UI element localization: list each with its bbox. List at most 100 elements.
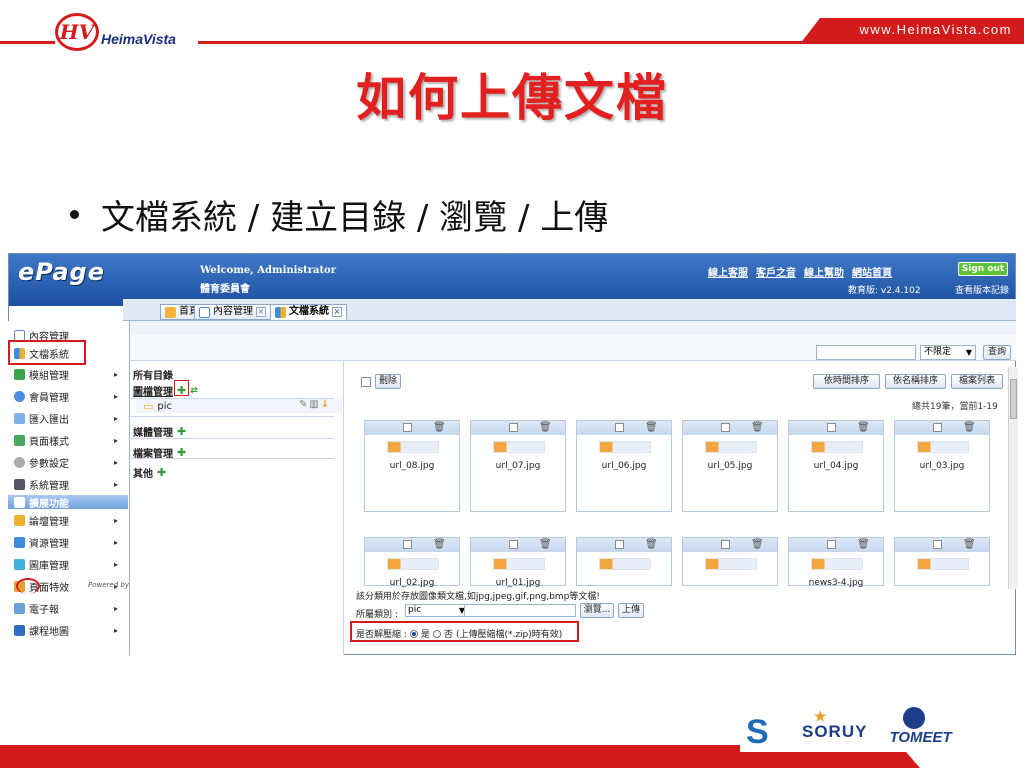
sidebar-item-newsletter[interactable]: 電子報 ▸ xyxy=(8,598,128,618)
browse-button[interactable]: 瀏覽... xyxy=(580,603,614,618)
version-text: 教育版: v2.4.102 xyxy=(848,286,921,296)
file-checkbox[interactable] xyxy=(403,423,412,432)
chevron-right-icon: ▸ xyxy=(113,369,118,379)
file-thumbnail[interactable] xyxy=(599,558,651,570)
file-thumbnail[interactable] xyxy=(811,441,863,453)
add-folder-icon[interactable]: ✚ xyxy=(177,425,186,438)
sidebar-item-modules[interactable]: 模組管理 ▸ xyxy=(8,364,128,384)
version-log-link[interactable]: 查看版本記錄 xyxy=(955,283,1009,296)
file-card[interactable]: 🗑 url_07.jpg xyxy=(470,420,566,512)
file-card[interactable]: 🗑 url_04.jpg xyxy=(788,420,884,512)
link-customer-voice[interactable]: 客戶之音 xyxy=(756,264,796,279)
file-card[interactable]: 🗑 news3-4.jpg xyxy=(788,537,884,588)
chevron-right-icon: ▸ xyxy=(113,559,118,569)
filter-select[interactable]: 不限定 ▼ xyxy=(920,345,976,360)
file-thumbnail[interactable] xyxy=(599,441,651,453)
file-thumbnail[interactable] xyxy=(811,558,863,570)
file-thumbnail[interactable] xyxy=(917,558,969,570)
sidebar-item-style[interactable]: 頁面樣式 ▸ xyxy=(8,430,128,450)
sidebar-item-resources[interactable]: 資源管理 ▸ xyxy=(8,532,128,552)
file-card[interactable]: 🗑 url_05.jpg xyxy=(682,420,778,512)
trash-icon[interactable]: 🗑 xyxy=(433,422,446,433)
search-input[interactable] xyxy=(816,345,916,360)
sidebar-item-import-export[interactable]: 匯入匯出 ▸ xyxy=(8,408,128,428)
file-card[interactable]: 🗑 url_03.jpg xyxy=(894,420,990,512)
file-thumbnail[interactable] xyxy=(493,441,545,453)
link-online-help[interactable]: 線上幫助 xyxy=(804,264,844,279)
trash-icon[interactable]: 🗑 xyxy=(751,422,764,433)
file-checkbox[interactable] xyxy=(933,423,942,432)
add-folder-icon[interactable]: ✚ xyxy=(157,466,166,479)
tree-group-media[interactable]: 媒體管理 ✚ xyxy=(133,424,186,439)
file-path-input[interactable] xyxy=(464,604,576,617)
file-thumbnail[interactable] xyxy=(387,441,439,453)
file-checkbox[interactable] xyxy=(403,540,412,549)
file-thumbnail[interactable] xyxy=(493,558,545,570)
trash-icon[interactable]: 🗑 xyxy=(645,422,658,433)
select-all-checkbox[interactable] xyxy=(361,377,371,387)
file-checkbox[interactable] xyxy=(509,423,518,432)
file-thumbnail[interactable] xyxy=(387,558,439,570)
tab-content[interactable]: 內容管理 × xyxy=(194,304,271,320)
trash-icon[interactable]: 🗑 xyxy=(857,539,870,550)
file-grid-scrollbar[interactable] xyxy=(1008,367,1018,589)
tab-doc-system[interactable]: 文檔系統 × xyxy=(270,304,347,320)
close-icon[interactable]: × xyxy=(256,307,266,317)
file-checkbox[interactable] xyxy=(615,540,624,549)
file-thumbnail[interactable] xyxy=(705,441,757,453)
trash-icon[interactable]: 🗑 xyxy=(963,539,976,550)
edit-icon[interactable]: ✎ xyxy=(299,399,307,410)
file-checkbox[interactable] xyxy=(509,540,518,549)
file-checkbox[interactable] xyxy=(827,423,836,432)
file-checkbox[interactable] xyxy=(827,540,836,549)
upload-button[interactable]: 上傳 xyxy=(618,603,644,618)
search-button[interactable]: 查詢 xyxy=(983,345,1011,360)
close-icon[interactable]: × xyxy=(332,307,342,317)
file-list-button[interactable]: 檔案列表 xyxy=(951,374,1003,389)
trash-icon[interactable]: 🗑 xyxy=(539,539,552,550)
category-select[interactable]: pic ▼ xyxy=(405,604,469,617)
sidebar-item-course-map[interactable]: 課程地圖 ▸ xyxy=(8,620,128,640)
link-site-home[interactable]: 網站首頁 xyxy=(852,264,892,279)
trash-icon[interactable]: ▥ xyxy=(309,399,318,410)
link-online-service[interactable]: 線上客服 xyxy=(708,264,748,279)
sidebar-item-extend[interactable]: 擴展功能 xyxy=(8,495,128,510)
file-card[interactable]: 🗑 xyxy=(682,537,778,586)
file-thumbnail[interactable] xyxy=(705,558,757,570)
file-card[interactable]: 🗑 url_02.jpg xyxy=(364,537,460,588)
file-checkbox[interactable] xyxy=(721,423,730,432)
course-map-icon xyxy=(14,624,25,636)
tree-root[interactable]: 所有目錄 xyxy=(133,367,173,382)
file-card[interactable]: 🗑 url_01.jpg xyxy=(470,537,566,588)
sidebar-item-settings[interactable]: 參數設定 ▸ xyxy=(8,452,128,472)
file-name: url_06.jpg xyxy=(601,461,647,471)
file-card[interactable]: 🗑 url_06.jpg xyxy=(576,420,672,512)
file-checkbox[interactable] xyxy=(721,540,730,549)
trash-icon[interactable]: 🗑 xyxy=(963,422,976,433)
sidebar-item-members[interactable]: 會員管理 ▸ xyxy=(8,386,128,406)
file-card[interactable]: 🗑 xyxy=(576,537,672,586)
scrollbar-thumb[interactable] xyxy=(1010,379,1017,419)
trash-icon[interactable]: 🗑 xyxy=(645,539,658,550)
file-card[interactable]: 🗑 url_08.jpg xyxy=(364,420,460,512)
sidebar-item-gallery[interactable]: 圖庫管理 ▸ xyxy=(8,554,128,574)
trash-icon[interactable]: 🗑 xyxy=(751,539,764,550)
sidebar-item-system[interactable]: 系統管理 ▸ xyxy=(8,474,128,494)
file-card[interactable]: 🗑 xyxy=(894,537,990,586)
file-thumbnail[interactable] xyxy=(917,441,969,453)
trash-icon[interactable]: 🗑 xyxy=(857,422,870,433)
trash-icon[interactable]: 🗑 xyxy=(539,422,552,433)
tree-group-other[interactable]: 其他 ✚ xyxy=(133,465,166,480)
file-checkbox[interactable] xyxy=(615,423,624,432)
trash-icon[interactable]: 🗑 xyxy=(433,539,446,550)
sort-name-button[interactable]: 依名稱排序 xyxy=(885,374,946,389)
arrow-down-icon[interactable]: ↓ xyxy=(321,399,329,410)
sort-time-button[interactable]: 依時間排序 xyxy=(813,374,880,389)
tree-separator xyxy=(128,438,334,439)
move-icon[interactable]: ⇄ xyxy=(190,386,198,396)
file-checkbox[interactable] xyxy=(933,540,942,549)
signout-button[interactable]: Sign out xyxy=(958,262,1008,276)
chevron-right-icon: ▸ xyxy=(113,625,118,635)
delete-button[interactable]: 刪除 xyxy=(375,374,401,389)
sidebar-item-forum[interactable]: 論壇管理 ▸ xyxy=(8,510,128,530)
